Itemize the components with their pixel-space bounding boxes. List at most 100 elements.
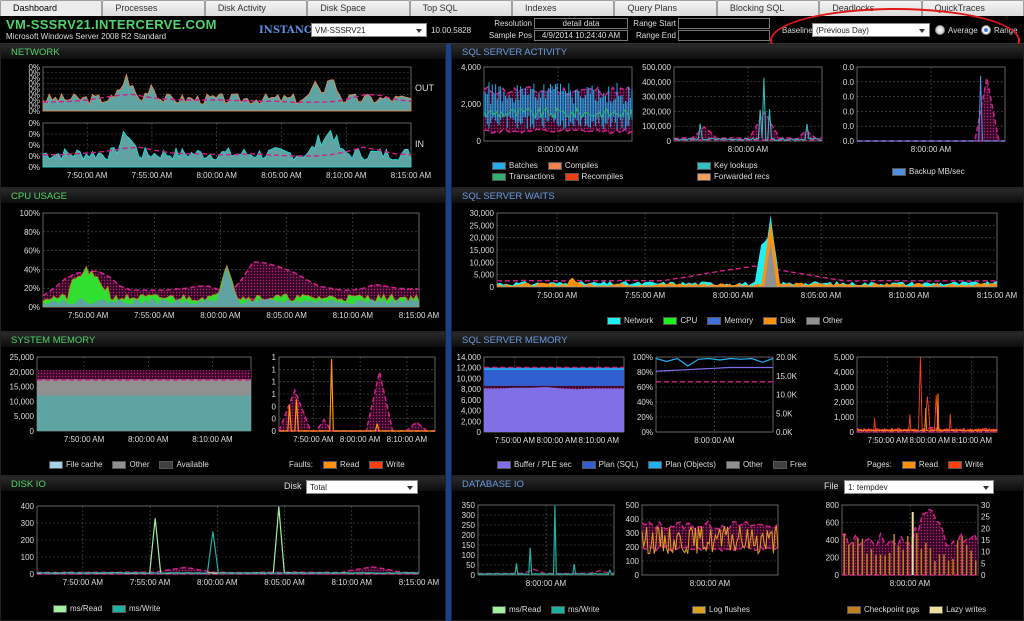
pages-label: Pages: [867, 460, 892, 469]
baseline-label: Baseline [782, 26, 813, 35]
legend-swatch [648, 460, 663, 469]
legend-label: Buffer / PLE sec [514, 460, 572, 469]
y-tick-label: 0 [835, 571, 840, 580]
y-tick-label: 0 [272, 415, 277, 424]
sql-activity-panel: SQL SERVER ACTIVITY 4,000 2,000 0 8:00:00 A… [451, 44, 1024, 188]
legend-item: Buffer / PLE sec [497, 460, 572, 469]
network-panel: NETWORK 0% 0% 0% 0% 0% 0% 0% 0% 0% OUT 0% 0% 0% 0% 0… [0, 44, 446, 188]
y-tick-label: 25,000 [470, 221, 495, 230]
waits-svg: 30,000 25,000 20,000 15,000 10,000 5,000 0 7:50… [470, 209, 1018, 300]
legend-swatch [581, 460, 596, 469]
legend-item: Compiles [547, 161, 598, 170]
tab-disk-activity[interactable]: Disk Activity [204, 0, 308, 16]
tab-deadlocks[interactable]: Deadlocks [819, 0, 922, 16]
legend-swatch [492, 161, 506, 170]
legend-item: Available [159, 460, 209, 469]
y-tick-label: 40% [637, 398, 653, 407]
sys_mem-svg: 25,000 20,000 15,000 10,000 5,000 0 7:50:00 AM… [10, 353, 252, 444]
x-tick-label: 7:55:00 AM [130, 578, 171, 587]
y2-tick-label: 15.0K [776, 372, 798, 381]
x-tick-label: 8:10:00 AM [387, 435, 428, 444]
y2-tick-label: 10.0K [776, 391, 798, 400]
legend-label: Other [129, 460, 150, 469]
resolution-value: detail data [534, 18, 628, 29]
tab-dashboard[interactable]: Dashboard [0, 0, 103, 16]
legend-item: ms/Write [112, 604, 160, 613]
legend-swatch [697, 172, 711, 181]
tab-disk-space[interactable]: Disk Space [307, 0, 410, 16]
legend-item: Write [948, 460, 984, 469]
baseline-value: (Previous Day) [816, 26, 869, 35]
checkpoint-legend: Checkpoint pgs Lazy writes [847, 605, 986, 614]
tab-top-sql[interactable]: Top SQL [409, 0, 513, 16]
y2-tick-label: 0 [981, 571, 986, 580]
y-tick-label: 0 [272, 427, 277, 436]
sample-pos-label: Sample Pos [488, 31, 532, 40]
y-tick-label: 1 [272, 353, 277, 362]
legend-label: Write [965, 460, 984, 469]
system-memory-panel: SYSTEM MEMORY 25,000 20,000 15,000 10,000 5,… [0, 332, 446, 476]
y-tick-label: 5,000 [474, 271, 495, 280]
y-tick-label: 20,000 [10, 368, 35, 377]
legend-item: Free [772, 460, 806, 469]
legend-swatch [159, 460, 174, 469]
y-tick-label: 0 [30, 427, 35, 436]
sql-memory-panel: SQL SERVER MEMORY 14,000 12,000 10,000 8,00… [451, 332, 1024, 476]
y-tick-label: 0 [272, 402, 277, 411]
y-tick-label: 800 [826, 501, 840, 510]
y-tick-label: 300,000 [642, 93, 671, 102]
average-label: Average [948, 26, 978, 35]
legend-item: Checkpoint pgs [847, 605, 919, 614]
log_flush-svg: 500 400 300 200 100 0 8:00:00 AM [626, 501, 779, 588]
x-tick-label: 8:05:00 AM [266, 311, 307, 320]
legend-label: Disk [780, 316, 796, 325]
legend-swatch [49, 460, 63, 469]
database-io-panel: DATABASE IO File 1: tempdev 350 300 250 200… [451, 476, 1024, 621]
y2-tick-label: 15 [981, 536, 990, 545]
y-tick-label: 2,000 [461, 417, 482, 426]
y-tick-label: 350 [462, 501, 476, 510]
average-radio[interactable] [935, 25, 945, 35]
disk-io-chart: 400 300 200 100 0 7:50:00 AM 7:55:00 AM 8:00:00… [21, 502, 440, 587]
y-tick-label: 20% [24, 284, 40, 293]
tab-processes[interactable]: Processes [102, 0, 205, 16]
pages-chart: 5,000 4,000 3,000 2,000 1,000 0 7:50:00 AM 8:00… [834, 353, 998, 445]
legend-swatch [929, 605, 944, 614]
y-tick-label: 0.0 [843, 78, 855, 87]
legend-label: Forwarded recs [714, 172, 770, 181]
legend-label: Read [340, 460, 360, 469]
y-tick-label: 0 [30, 570, 35, 579]
baseline-select[interactable]: (Previous Day) [812, 23, 930, 37]
range-start-field[interactable] [678, 18, 770, 29]
legend-label: Available [176, 460, 209, 469]
legend-swatch [564, 172, 579, 181]
y-tick-label: 1 [272, 390, 277, 399]
db_io-svg: 350300250200150100500 8:00:00 AM [462, 501, 615, 588]
tab-query-plans[interactable]: Query Plans [614, 0, 717, 16]
legend-swatch [323, 460, 338, 469]
legend-swatch [948, 460, 963, 469]
tab-blocking-sql[interactable]: Blocking SQL [716, 0, 820, 16]
range-radio[interactable] [981, 25, 991, 35]
tab-quicktraces[interactable]: QuickTraces [921, 0, 1024, 16]
panel-title: SQL SERVER MEMORY [452, 333, 1023, 347]
legend-label: Read [918, 460, 939, 469]
tab-indexes[interactable]: Indexes [512, 0, 615, 16]
y-tick-label: 250 [462, 521, 476, 530]
x-tick-label: 8:10:00 AM [579, 436, 620, 445]
x-tick-label: 8:10:00 AM [192, 435, 233, 444]
legend-swatch [901, 460, 916, 469]
y2-tick-label: 30 [981, 501, 990, 510]
x-tick-label: 8:00:00 AM [728, 145, 769, 154]
y-tick-label: 100% [20, 209, 40, 218]
y-tick-label: 5,000 [14, 412, 35, 421]
instance-select[interactable]: VM-SSSRV21 [311, 23, 427, 37]
disk-select[interactable]: Total [306, 480, 418, 494]
legend-swatch [53, 604, 67, 613]
y-tick-label: 40% [24, 265, 40, 274]
legend-label: Key lookups [714, 161, 758, 170]
range-end-field[interactable] [678, 30, 770, 41]
file-cache-area [37, 395, 251, 431]
legend-label: Transactions [509, 172, 555, 181]
file-select[interactable]: 1: tempdev [844, 480, 994, 494]
